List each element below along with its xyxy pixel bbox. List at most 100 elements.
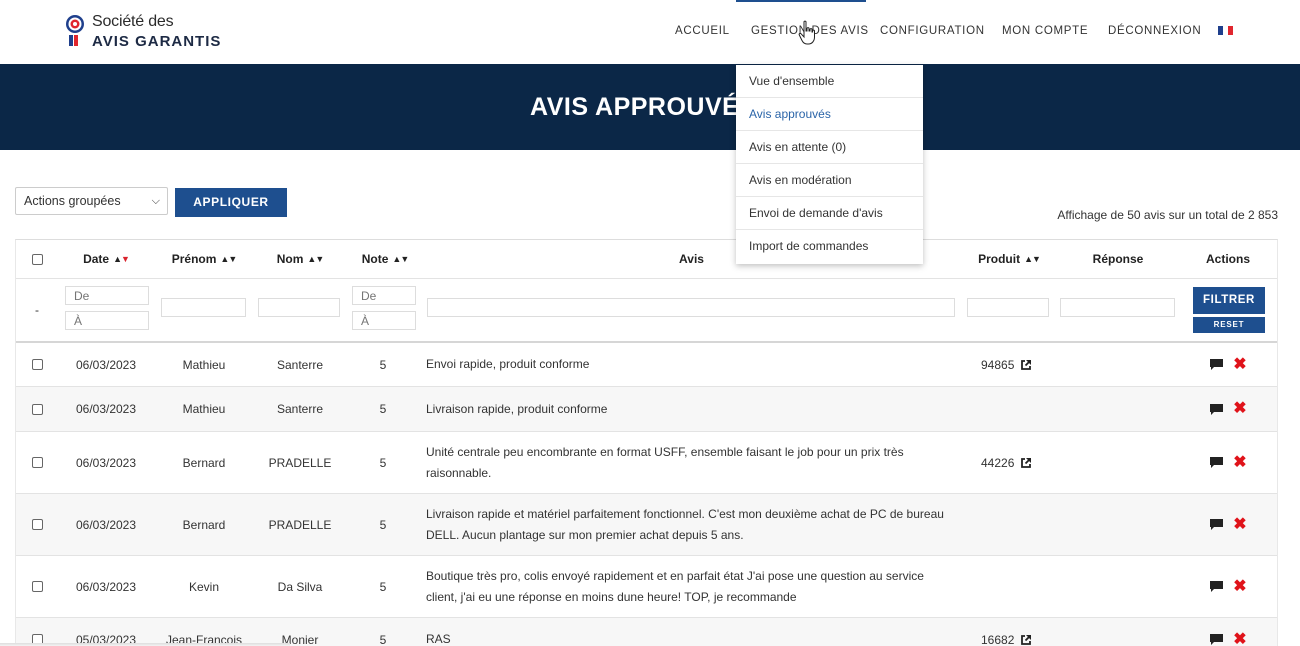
nav-mon-compte[interactable]: MON COMPTE <box>1002 25 1088 37</box>
review-filter-input[interactable] <box>427 298 955 317</box>
select-all-checkbox[interactable] <box>31 253 43 265</box>
table-header-row: Date ▲▼ Prénom ▲▼ Nom ▲▼ Note ▲▼ Avis Pr… <box>16 240 1277 279</box>
header-rating[interactable]: Note ▲▼ <box>346 240 424 278</box>
flag-stripe-red <box>1228 26 1233 35</box>
row-checkbox[interactable] <box>31 403 43 415</box>
external-link-icon[interactable] <box>1020 457 1032 469</box>
sort-arrows-icon[interactable]: ▲▼ <box>392 254 409 264</box>
row-date: 06/03/2023 <box>75 455 137 470</box>
row-checkbox[interactable] <box>31 581 43 592</box>
header-lastname-label: Nom <box>276 252 304 266</box>
nav-configuration[interactable]: CONFIGURATION <box>880 25 985 37</box>
delete-icon[interactable]: ✖ <box>1233 356 1246 372</box>
reply-comment-icon[interactable] <box>1209 358 1224 371</box>
menu-item-avis-approuves[interactable]: Avis approuvés <box>736 98 923 131</box>
row-rating: 5 <box>379 357 387 372</box>
header-firstname[interactable]: Prénom ▲▼ <box>154 240 254 278</box>
row-lastname: Monier <box>281 632 319 646</box>
menu-item-vue-ensemble[interactable]: Vue d'ensemble <box>736 65 923 98</box>
row-product-id: 44226 <box>981 455 1015 470</box>
row-lastname: Da Silva <box>277 579 323 594</box>
delete-icon[interactable]: ✖ <box>1233 516 1246 532</box>
row-product-empty <box>981 494 1061 555</box>
product-filter-input[interactable] <box>967 298 1049 317</box>
menu-item-avis-en-moderation[interactable]: Avis en modération <box>736 164 923 197</box>
menu-item-avis-en-attente[interactable]: Avis en attente (0) <box>736 131 923 164</box>
row-date: 06/03/2023 <box>75 402 137 416</box>
sort-arrows-icon[interactable]: ▲▼ <box>220 254 237 264</box>
row-product-id: 94865 <box>981 357 1015 372</box>
header-actions-label: Actions <box>1205 252 1250 266</box>
delete-icon[interactable]: ✖ <box>1233 401 1246 417</box>
chevron-down-icon: ⌵ <box>151 195 160 207</box>
header-reply: Réponse <box>1059 240 1177 278</box>
external-link-icon[interactable] <box>1020 634 1032 646</box>
lastname-filter-input[interactable] <box>258 298 340 317</box>
language-flag-icon[interactable] <box>1218 26 1233 35</box>
row-review: Livraison rapide, produit conforme <box>426 401 608 416</box>
menu-item-import-commandes[interactable]: Import de commandes <box>736 230 923 263</box>
reply-comment-icon[interactable] <box>1209 633 1224 646</box>
row-date: 06/03/2023 <box>75 517 137 532</box>
row-checkbox[interactable] <box>31 457 43 468</box>
menu-item-envoi-demande-avis[interactable]: Envoi de demande d'avis <box>736 197 923 230</box>
row-date: 06/03/2023 <box>75 579 137 594</box>
row-review: Boutique très pro, colis envoyé rapideme… <box>426 568 924 604</box>
apply-button[interactable]: APPLIQUER <box>175 188 287 217</box>
row-product: 44226 <box>981 456 1032 470</box>
rating-from-input[interactable] <box>352 286 416 305</box>
delete-icon[interactable]: ✖ <box>1233 454 1246 470</box>
nav-active-indicator <box>736 0 866 2</box>
gestion-avis-dropdown: Vue d'ensemble Avis approuvés Avis en at… <box>736 65 923 264</box>
row-review: Livraison rapide et matériel parfaitemen… <box>426 506 944 542</box>
filter-button[interactable]: FILTRER <box>1193 287 1265 314</box>
reply-filter-input[interactable] <box>1060 298 1175 317</box>
header-lastname[interactable]: Nom ▲▼ <box>254 240 346 278</box>
row-checkbox[interactable] <box>31 359 43 370</box>
bulk-actions-selected-value: Actions groupées <box>24 194 121 208</box>
delete-icon[interactable]: ✖ <box>1233 631 1246 646</box>
bulk-actions-select[interactable]: Actions groupées ⌵ <box>15 187 168 215</box>
nav-deconnexion[interactable]: DÉCONNEXION <box>1108 25 1201 37</box>
firstname-filter-input[interactable] <box>161 298 246 317</box>
row-product-id: 16682 <box>981 632 1015 646</box>
row-rating: 5 <box>379 632 387 646</box>
header-date[interactable]: Date ▲▼ <box>58 240 154 278</box>
header-product[interactable]: Produit ▲▼ <box>959 240 1059 278</box>
row-firstname: Mathieu <box>182 402 226 416</box>
row-review: Envoi rapide, produit conforme <box>426 357 590 371</box>
sort-arrows-icon[interactable]: ▲▼ <box>113 254 130 264</box>
reply-comment-icon[interactable] <box>1209 580 1224 593</box>
table-row: 06/03/2023 Bernard PRADELLE 5 Unité cent… <box>16 432 1277 494</box>
table-row: 05/03/2023 Jean-François Monier 5 RAS 16… <box>16 618 1277 646</box>
table-row: 06/03/2023 Mathieu Santerre 5 Livraison … <box>16 387 1277 432</box>
row-lastname: PRADELLE <box>268 455 332 470</box>
logo-icon <box>66 15 84 46</box>
nav-accueil[interactable]: ACCUEIL <box>675 25 730 37</box>
reset-button[interactable]: RESET <box>1193 317 1265 333</box>
row-rating: 5 <box>379 455 387 470</box>
date-from-input[interactable] <box>65 286 149 305</box>
delete-icon[interactable]: ✖ <box>1233 578 1246 594</box>
row-firstname: Jean-François <box>165 632 243 646</box>
page-banner: AVIS APPROUVÉS <box>0 64 1300 150</box>
table-row: 06/03/2023 Kevin Da Silva 5 Boutique trè… <box>16 556 1277 618</box>
reply-comment-icon[interactable] <box>1209 518 1224 531</box>
sort-arrows-icon[interactable]: ▲▼ <box>1024 254 1041 264</box>
row-firstname: Bernard <box>182 517 226 532</box>
reply-comment-icon[interactable] <box>1209 403 1224 416</box>
sort-arrows-icon[interactable]: ▲▼ <box>307 254 324 264</box>
row-lastname: PRADELLE <box>268 517 332 532</box>
row-lastname: Santerre <box>276 402 324 416</box>
logo-text-line1: Société des <box>92 13 174 30</box>
reply-comment-icon[interactable] <box>1209 456 1224 469</box>
reviews-table: Date ▲▼ Prénom ▲▼ Nom ▲▼ Note ▲▼ Avis Pr… <box>15 239 1278 646</box>
rating-to-input[interactable] <box>352 311 416 330</box>
header-date-label: Date <box>83 252 110 266</box>
row-product-empty <box>981 387 1061 431</box>
row-checkbox[interactable] <box>31 519 43 530</box>
date-to-input[interactable] <box>65 311 149 330</box>
header-reply-label: Réponse <box>1092 252 1144 266</box>
external-link-icon[interactable] <box>1020 359 1032 371</box>
header-review-label: Avis <box>679 252 704 266</box>
